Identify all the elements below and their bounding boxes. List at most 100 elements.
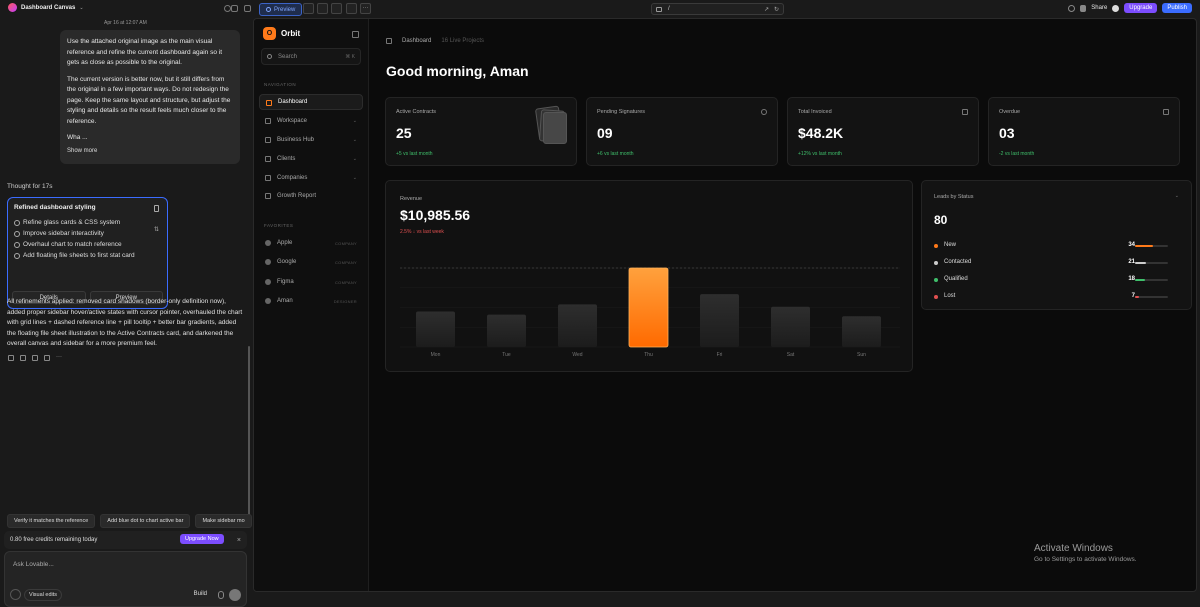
add-attachment-icon[interactable] — [10, 589, 21, 600]
nav-item-business-hub[interactable]: Business Hub ⌄ — [259, 132, 363, 148]
favorite-tag: DESIGNER — [333, 298, 357, 304]
favorite-label: Figma — [277, 279, 294, 285]
more-icon[interactable]: ··· — [360, 3, 371, 14]
lead-status-bar-fill — [1135, 245, 1154, 247]
project-menu[interactable]: Dashboard Canvas ⌄ — [8, 3, 84, 12]
dashboard-icon — [266, 100, 272, 106]
bookmark-icon[interactable] — [154, 205, 159, 212]
check-icon — [14, 252, 20, 259]
favorite-item[interactable]: Figma COMPANY — [259, 274, 363, 290]
publish-button[interactable]: Publish — [1162, 3, 1192, 13]
stat-card-total-invoiced[interactable]: Total Invoiced $48.2K +12% vs last month — [787, 97, 979, 166]
lead-status-bar-fill — [1135, 279, 1145, 281]
lead-status-row[interactable]: Lost 7 — [934, 293, 1180, 303]
analytics-icon[interactable] — [346, 3, 357, 14]
favorite-item[interactable]: Aman DESIGNER — [259, 293, 363, 309]
stat-label: Active Contracts — [396, 109, 437, 115]
suggestion-chip[interactable]: Add blue dot to chart active bar — [100, 514, 191, 528]
copy-icon[interactable] — [44, 355, 50, 361]
stat-card-pending-signatures[interactable]: Pending Signatures 09 +6 vs last month — [586, 97, 778, 166]
expand-icon[interactable] — [231, 5, 238, 12]
preview-frame: O Orbit Search ⌘ K NAVIGATION Dashboard … — [253, 18, 1197, 592]
url-bar[interactable]: / ↗ ↻ — [651, 3, 784, 15]
thumbs-up-icon[interactable] — [20, 355, 26, 361]
stat-value: 25 — [396, 125, 412, 141]
suggestion-chip[interactable]: Make sidebar mo — [195, 514, 252, 528]
stat-card-active-contracts[interactable]: Active Contracts 25 +5 vs last month — [385, 97, 577, 166]
chart-bar-sat[interactable] — [771, 306, 810, 347]
history-icon[interactable] — [224, 5, 231, 12]
nav-item-dashboard[interactable]: Dashboard — [259, 94, 363, 110]
nav-item-clients[interactable]: Clients ⌄ — [259, 151, 363, 167]
thumbs-down-icon[interactable] — [32, 355, 38, 361]
undo-icon[interactable] — [8, 355, 14, 361]
clients-icon — [265, 156, 271, 162]
bolt-icon[interactable] — [1080, 4, 1087, 12]
chart-bar-mon[interactable] — [416, 311, 455, 347]
chat-panel: Apr 16 at 12:07 AM Use the attached orig… — [0, 18, 252, 607]
x-tick-label: Sun — [857, 352, 866, 358]
sidebar-toggle-icon[interactable] — [244, 5, 251, 12]
preview-tab[interactable]: Preview — [259, 3, 303, 16]
suggestions: Verify it matches the reference Add blue… — [7, 514, 252, 528]
github-icon[interactable] — [1112, 4, 1120, 12]
lead-status-name: Qualified — [944, 276, 968, 282]
file-sheet — [543, 112, 567, 144]
search-placeholder: Search — [278, 53, 298, 60]
lead-status-row[interactable]: New 34 — [934, 242, 1180, 252]
dashboard-icon — [386, 38, 392, 44]
collapse-icon[interactable]: ⇅ — [154, 226, 159, 233]
nav-item-growth-report[interactable]: Growth Report — [259, 188, 363, 204]
collapse-sidebar-icon[interactable] — [352, 31, 359, 38]
share-button[interactable]: Share — [1091, 5, 1107, 11]
cloud-icon[interactable] — [317, 3, 328, 14]
search-input[interactable]: Search ⌘ K — [261, 48, 361, 65]
visual-edits-button[interactable]: Visual edits — [24, 589, 63, 601]
check-icon — [14, 241, 20, 248]
favorite-item[interactable]: Apple COMPANY — [259, 235, 363, 251]
nav-item-companies[interactable]: Companies ⌄ — [259, 170, 363, 186]
show-more-link[interactable]: Show more — [67, 146, 233, 157]
figma-icon — [265, 279, 271, 285]
activate-windows-title: Activate Windows — [1034, 543, 1113, 554]
refresh-icon[interactable]: ↻ — [774, 6, 779, 13]
build-mode-select[interactable]: Build — [194, 591, 207, 597]
upgrade-button[interactable]: Upgrade — [1124, 3, 1158, 13]
leads-total: 80 — [934, 213, 948, 227]
growth-icon — [265, 193, 271, 199]
message-paragraph: Use the attached original image as the m… — [67, 38, 223, 66]
leads-card: Leads by Status ⌄ 80 New 34 Contacted 21 Qua… — [921, 180, 1192, 310]
nav-label: Dashboard — [278, 99, 308, 105]
stat-card-overdue[interactable]: Overdue 03 -2 vs last month — [988, 97, 1180, 166]
send-icon[interactable] — [229, 589, 241, 601]
open-external-icon[interactable]: ↗ — [764, 6, 769, 13]
nav-item-workspace[interactable]: Workspace ⌄ — [259, 113, 363, 129]
upgrade-now-button[interactable]: Upgrade Now — [180, 534, 224, 544]
chart-bar-thu[interactable] — [628, 267, 669, 348]
chat-input[interactable]: Ask Lovable... Visual edits Build — [4, 551, 247, 607]
settings-icon[interactable] — [331, 3, 342, 14]
code-icon[interactable] — [303, 3, 314, 14]
suggestion-chip[interactable]: Verify it matches the reference — [7, 514, 96, 528]
microphone-icon[interactable] — [218, 591, 224, 599]
chart-bar-fri[interactable] — [700, 294, 739, 347]
lead-status-row[interactable]: Contacted 21 — [934, 259, 1180, 269]
breadcrumb-current[interactable]: Dashboard — [402, 38, 431, 44]
close-icon[interactable]: × — [237, 537, 241, 544]
chart-bar-wed[interactable] — [558, 304, 597, 347]
more-icon[interactable]: ··· — [56, 354, 62, 361]
workspace-icon — [265, 118, 271, 124]
chart-bar-tue[interactable] — [487, 314, 526, 347]
chart-bar-sun[interactable] — [842, 316, 881, 347]
revenue-card: Revenue $10,985.56 2.5% ↓ vs last week M… — [385, 180, 913, 372]
x-tick-label: Fri — [717, 352, 723, 358]
thought-duration[interactable]: Thought for 17s — [7, 183, 53, 190]
favorite-item[interactable]: Google COMPANY — [259, 254, 363, 270]
project-title: Dashboard Canvas — [21, 4, 76, 11]
message-paragraph: Wha ... — [67, 134, 88, 141]
chevron-down-icon[interactable]: ⌄ — [1175, 193, 1179, 199]
brand[interactable]: O Orbit — [263, 27, 300, 40]
collab-icon[interactable] — [1068, 4, 1076, 12]
scrollbar[interactable] — [248, 346, 250, 526]
lead-status-row[interactable]: Qualified 18 — [934, 276, 1180, 286]
